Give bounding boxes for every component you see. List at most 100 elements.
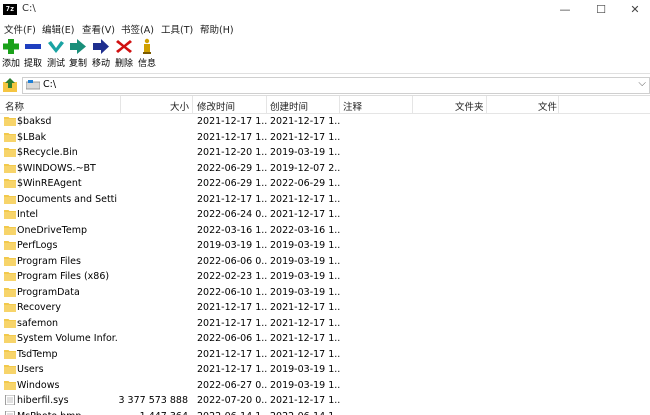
folder-up-icon xyxy=(3,78,17,92)
file-name: TsdTemp xyxy=(17,348,58,360)
address-input[interactable]: C:\ ⌵ xyxy=(22,77,650,94)
window-title: C:\ xyxy=(22,3,36,14)
file-created: 2021-12-17 1... xyxy=(270,302,340,313)
table-row[interactable]: $LBak 2021-12-17 1... 2021-12-17 1... xyxy=(0,130,650,146)
folder-icon xyxy=(4,303,16,312)
menu-file[interactable]: 文件(F) xyxy=(4,22,36,36)
column-size[interactable]: 大小 xyxy=(170,99,189,113)
file-name: Users xyxy=(17,364,44,375)
table-row[interactable]: Program Files 2022-06-06 0... 2019-03-19 1… xyxy=(0,254,650,270)
menu-bar: 文件(F) 编辑(E) 查看(V) 书签(A) 工具(T) 帮助(H) xyxy=(0,20,650,37)
table-row[interactable]: Users 2021-12-17 1... 2019-03-19 1... xyxy=(0,362,650,378)
table-row[interactable]: $WinREAgent 2022-06-29 1... 2022-06-29 1..… xyxy=(0,176,650,192)
table-row[interactable]: OneDriveTemp 2022-03-16 1... 2022-03-16 1.… xyxy=(0,223,650,239)
arrow-right-icon xyxy=(93,39,109,54)
file-modified: 2019-03-19 1... xyxy=(197,240,267,251)
table-row[interactable]: Documents and Settin... 2021-12-17 1...20… xyxy=(0,192,650,208)
folder-icon xyxy=(4,148,16,157)
folder-icon xyxy=(4,194,16,204)
menu-edit[interactable]: 编辑(E) xyxy=(42,22,74,36)
file-created: 2021-12-17 1... xyxy=(270,348,340,360)
file-name: OneDriveTemp xyxy=(17,224,87,236)
folder-icon xyxy=(4,117,16,126)
address-path: C:\ xyxy=(43,79,57,90)
close-button[interactable]: ✕ xyxy=(618,0,650,20)
file-created: 2021-12-17 1... xyxy=(270,209,340,220)
add-button[interactable]: 添加 xyxy=(0,38,22,69)
column-modified[interactable]: 修改时间 xyxy=(197,99,235,113)
file-name: PerfLogs xyxy=(17,240,58,251)
file-name: $WINDOWS.~BT xyxy=(17,162,96,174)
file-icon xyxy=(5,410,15,415)
table-row[interactable]: hiberfil.sys 3 377 573 888 2022-07-20 0...… xyxy=(0,393,650,409)
info-button[interactable]: 信息 xyxy=(136,38,158,69)
table-row[interactable]: TsdTemp 2021-12-17 1... 2021-12-17 1... xyxy=(0,347,650,363)
table-row[interactable]: $Recycle.Bin 2021-12-20 1... 2019-03-19 1.… xyxy=(0,145,650,161)
folder-icon xyxy=(4,225,16,235)
file-modified: 2022-06-10 1... xyxy=(197,286,267,298)
table-row[interactable]: Recovery 2021-12-17 1... 2021-12-17 1... xyxy=(0,300,650,316)
folder-icon xyxy=(4,318,16,328)
table-row[interactable]: $WINDOWS.~BT 2022-06-29 1... 2019-12-07 2.… xyxy=(0,161,650,177)
menu-bookmarks[interactable]: 书签(A) xyxy=(121,22,154,36)
chevron-down-icon[interactable]: ⌵ xyxy=(638,78,646,89)
table-row[interactable]: Intel 2022-06-24 0... 2021-12-17 1... xyxy=(0,207,650,223)
folder-icon xyxy=(4,349,16,359)
extract-button[interactable]: 提取 xyxy=(22,38,44,69)
file-name: $LBak xyxy=(17,131,47,143)
file-name: Documents and Settin... xyxy=(17,193,117,205)
folder-icon xyxy=(4,380,16,390)
test-button[interactable]: 测试 xyxy=(45,38,67,69)
column-folders[interactable]: 文件夹 xyxy=(455,99,484,113)
up-folder-button[interactable] xyxy=(2,77,19,93)
column-name[interactable]: 名称 xyxy=(5,99,24,113)
folder-icon xyxy=(4,210,16,219)
menu-help[interactable]: 帮助(H) xyxy=(200,22,234,36)
column-separator xyxy=(339,96,340,113)
column-separator xyxy=(192,96,193,113)
file-created: 2019-03-19 1... xyxy=(270,271,340,282)
column-header: 名称 大小 修改时间 创建时间 注释 文件夹 文件 xyxy=(0,96,650,114)
file-created: 2019-12-07 2... xyxy=(270,162,340,174)
menu-tools[interactable]: 工具(T) xyxy=(161,22,193,36)
plus-icon xyxy=(3,39,19,54)
file-created: 2019-03-19 1... xyxy=(270,286,340,298)
file-modified: 2021-12-17 1... xyxy=(197,131,267,143)
table-row[interactable]: MsPhoto.bmp1 447 364 2022-06-14 1...2022-… xyxy=(0,409,650,415)
file-name: ProgramData xyxy=(17,286,80,298)
minimize-button[interactable]: — xyxy=(548,0,582,20)
table-row[interactable]: Windows 2022-06-27 0... 2019-03-19 1... xyxy=(0,378,650,394)
file-name: $WinREAgent xyxy=(17,178,82,189)
move-button[interactable]: 移动 xyxy=(90,38,112,69)
file-modified: 2021-12-17 1... xyxy=(197,317,267,329)
table-row[interactable]: safemon 2021-12-17 1... 2021-12-17 1... xyxy=(0,316,650,332)
file-created: 2021-12-17 1... xyxy=(270,333,340,344)
maximize-button[interactable]: ☐ xyxy=(584,0,618,20)
column-created[interactable]: 创建时间 xyxy=(270,99,308,113)
file-created: 2022-03-16 1... xyxy=(270,224,340,236)
file-modified: 2021-12-17 1... xyxy=(197,302,267,313)
table-row[interactable]: Program Files (x86) 2022-02-23 1... 2019-0… xyxy=(0,269,650,285)
table-row[interactable]: System Volume Infor... 2022-06-06 1... 202… xyxy=(0,331,650,347)
file-name: Intel xyxy=(17,209,39,220)
file-modified: 2022-02-23 1... xyxy=(197,271,267,282)
app-icon: 7z xyxy=(3,4,17,15)
file-list[interactable]: $baksd 2021-12-17 1... 2021-12-17 1... $LBa… xyxy=(0,114,650,415)
file-name: Program Files (x86) xyxy=(17,271,110,282)
file-size: 3 377 573 888 xyxy=(118,395,188,406)
file-created: 2022-06-14 1... xyxy=(270,411,340,415)
table-row[interactable]: PerfLogs 2019-03-19 1... 2019-03-19 1... xyxy=(0,238,650,254)
menu-view[interactable]: 查看(V) xyxy=(82,22,115,36)
column-comment[interactable]: 注释 xyxy=(343,99,362,113)
copy-button[interactable]: 复制 xyxy=(67,38,89,69)
file-name: safemon xyxy=(17,317,59,329)
delete-button[interactable]: 删除 xyxy=(113,38,135,69)
file-size: 1 447 364 xyxy=(118,411,188,415)
table-row[interactable]: ProgramData 2022-06-10 1... 2019-03-19 1..… xyxy=(0,285,650,301)
column-files[interactable]: 文件 xyxy=(538,99,557,113)
column-separator xyxy=(120,96,121,113)
folder-icon xyxy=(4,132,16,142)
file-created: 2022-06-29 1... xyxy=(270,178,340,189)
folder-icon xyxy=(4,241,16,250)
table-row[interactable]: $baksd 2021-12-17 1... 2021-12-17 1... xyxy=(0,114,650,130)
